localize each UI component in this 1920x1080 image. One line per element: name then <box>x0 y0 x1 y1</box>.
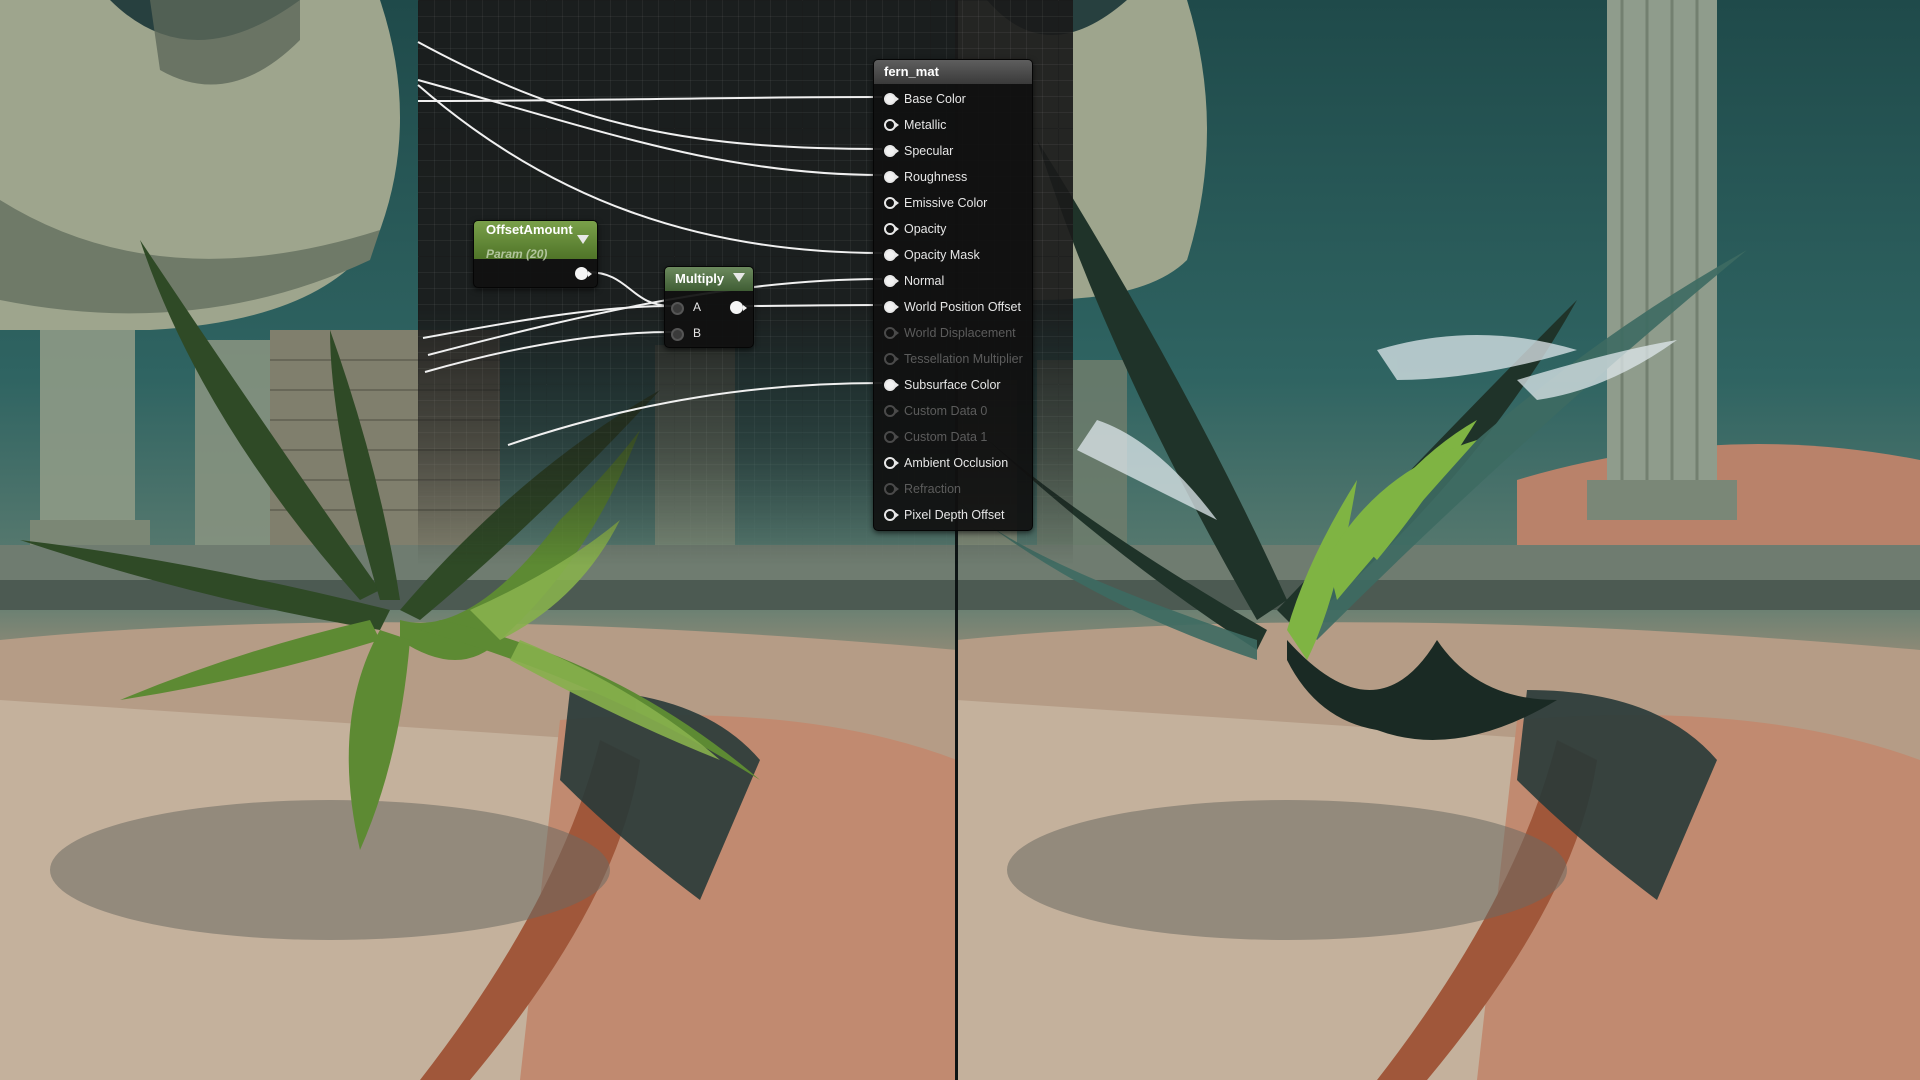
material-input-label: Subsurface Color <box>904 378 1001 392</box>
material-input-world-position-offset[interactable]: World Position Offset <box>874 294 1030 320</box>
pin-arrow-icon <box>895 174 899 180</box>
param-output-pin[interactable] <box>575 267 588 280</box>
material-input-emissive-color[interactable]: Emissive Color <box>874 190 1030 216</box>
pin-arrow-icon <box>895 434 899 440</box>
material-input-pixel-depth-offset[interactable]: Pixel Depth Offset <box>874 502 1030 528</box>
multiply-node-title: Multiply <box>675 271 725 286</box>
multiply-input-a-label: A <box>693 300 702 314</box>
material-input-tessellation-multiplier[interactable]: Tessellation Multiplier <box>874 346 1030 372</box>
param-node-subtitle: Param (20) <box>486 247 548 261</box>
material-input-label: Custom Data 1 <box>904 430 988 444</box>
material-input-opacity[interactable]: Opacity <box>874 216 1030 242</box>
pin-arrow-icon <box>895 96 899 102</box>
material-input-world-displacement[interactable]: World Displacement <box>874 320 1030 346</box>
pin-arrow-icon <box>895 460 899 466</box>
material-input-label: Refraction <box>904 482 961 496</box>
pin-arrow-icon <box>895 382 899 388</box>
pin-arrow-icon <box>895 200 899 206</box>
pin-arrow-icon <box>895 278 899 284</box>
material-input-base-color[interactable]: Base Color <box>874 86 1030 112</box>
material-input-opacity-mask[interactable]: Opacity Mask <box>874 242 1030 268</box>
material-input-label: Ambient Occlusion <box>904 456 1009 470</box>
material-input-normal[interactable]: Normal <box>874 268 1030 294</box>
material-input-roughness[interactable]: Roughness <box>874 164 1030 190</box>
material-input-label: Base Color <box>904 92 966 106</box>
param-output-arrow-icon <box>588 271 592 277</box>
pin-arrow-icon <box>895 148 899 154</box>
pin-arrow-icon <box>895 408 899 414</box>
material-input-subsurface-color[interactable]: Subsurface Color <box>874 372 1030 398</box>
material-input-custom-data-1[interactable]: Custom Data 1 <box>874 424 1030 450</box>
comparison-frame: OffsetAmount Param (20) Multiply A B fer… <box>0 0 1920 1080</box>
material-input-ambient-occlusion[interactable]: Ambient Occlusion <box>874 450 1030 476</box>
material-input-label: Specular <box>904 144 954 158</box>
material-input-label: Pixel Depth Offset <box>904 508 1005 522</box>
chevron-down-icon[interactable] <box>577 235 589 244</box>
material-node-title: fern_mat <box>884 64 939 79</box>
material-input-label: Metallic <box>904 118 947 132</box>
multiply-input-b-label: B <box>693 326 702 340</box>
material-input-metallic[interactable]: Metallic <box>874 112 1030 138</box>
multiply-output-arrow-icon <box>743 305 747 311</box>
multiply-input-a-pin[interactable] <box>671 302 684 315</box>
material-input-custom-data-0[interactable]: Custom Data 0 <box>874 398 1030 424</box>
offset-amount-param-node[interactable]: OffsetAmount Param (20) <box>473 220 598 288</box>
param-node-header[interactable]: OffsetAmount Param (20) <box>474 221 597 261</box>
pin-arrow-icon <box>895 330 899 336</box>
material-input-specular[interactable]: Specular <box>874 138 1030 164</box>
material-input-label: Emissive Color <box>904 196 988 210</box>
material-input-label: Custom Data 0 <box>904 404 988 418</box>
pin-arrow-icon <box>895 486 899 492</box>
material-input-label: Opacity <box>904 222 947 236</box>
multiply-input-b-pin[interactable] <box>671 328 684 341</box>
multiply-output-pin[interactable] <box>730 301 743 314</box>
material-input-refraction[interactable]: Refraction <box>874 476 1030 502</box>
material-input-label: World Position Offset <box>904 300 1021 314</box>
pin-arrow-icon <box>895 122 899 128</box>
pin-arrow-icon <box>895 252 899 258</box>
pin-arrow-icon <box>895 304 899 310</box>
material-input-label: Roughness <box>904 170 968 184</box>
material-input-label: Tessellation Multiplier <box>904 352 1023 366</box>
pin-arrow-icon <box>895 226 899 232</box>
material-input-label: Normal <box>904 274 945 288</box>
material-input-label: World Displacement <box>904 326 1016 340</box>
chevron-down-icon[interactable] <box>733 273 745 282</box>
material-result-node[interactable]: fern_mat Base Color Metallic Specular Rough… <box>873 59 1033 531</box>
multiply-node[interactable]: Multiply A B <box>664 266 754 348</box>
material-input-label: Opacity Mask <box>904 248 980 262</box>
param-node-title: OffsetAmount <box>486 222 573 237</box>
pin-arrow-icon <box>895 512 899 518</box>
right-scene-viewport <box>957 0 1920 1080</box>
ruins-scene-right <box>957 0 1920 1080</box>
multiply-node-header[interactable]: Multiply <box>665 267 753 291</box>
pin-arrow-icon <box>895 356 899 362</box>
material-node-header[interactable]: fern_mat <box>874 60 1032 84</box>
